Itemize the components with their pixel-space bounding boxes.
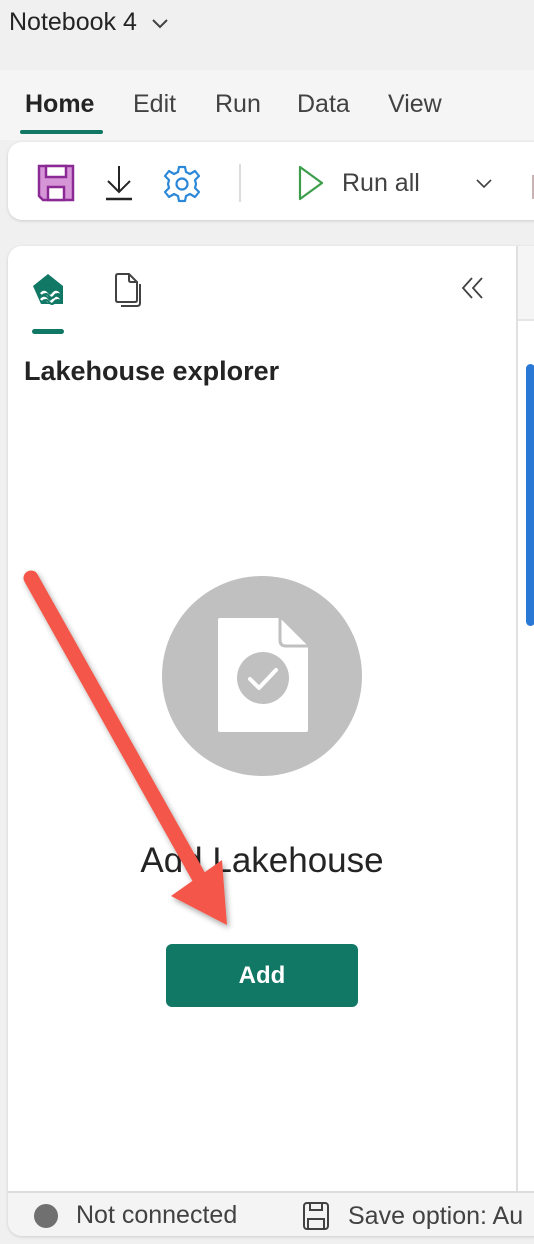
connection-status[interactable]: Not connected	[34, 1201, 237, 1230]
toolbar: Run all	[8, 142, 534, 220]
collapse-pane-icon[interactable]	[461, 276, 485, 305]
tab-home[interactable]: Home	[25, 90, 94, 119]
tab-edit[interactable]: Edit	[133, 90, 176, 119]
active-explorer-tab-indicator	[32, 329, 64, 334]
settings-icon[interactable]	[162, 164, 202, 209]
notebook-editor-pane	[518, 246, 534, 1191]
editor-scrollbar[interactable]	[526, 364, 534, 626]
connection-status-label: Not connected	[76, 1201, 238, 1229]
editor-header	[518, 246, 534, 321]
notebook-title-dropdown[interactable]: Notebook 4	[9, 8, 169, 37]
run-all-dropdown-chevron-icon[interactable]	[476, 176, 492, 194]
play-icon	[298, 165, 324, 201]
empty-state-heading: Add Lakehouse	[140, 841, 384, 880]
toolbar-divider	[239, 164, 241, 202]
run-all-button[interactable]: Run all	[298, 163, 420, 203]
add-lakehouse-button[interactable]: Add	[166, 944, 358, 1007]
save-option-label: Save option: Au	[348, 1201, 524, 1230]
save-option-status[interactable]: Save option: Au	[302, 1201, 523, 1231]
status-dot-icon	[34, 1203, 58, 1228]
status-bar: Not connected Save option: Au	[8, 1191, 534, 1236]
explorer-title: Lakehouse explorer	[24, 356, 280, 386]
empty-state-illustration	[162, 576, 362, 776]
resources-icon[interactable]	[113, 272, 145, 313]
tab-run[interactable]: Run	[215, 90, 261, 119]
run-all-label: Run all	[342, 168, 420, 197]
notebook-panel: Lakehouse explorer Add Lakehouse Add Not…	[8, 246, 534, 1236]
title-bar: Notebook 4	[0, 0, 534, 70]
tab-view[interactable]: View	[388, 90, 442, 119]
save-icon	[303, 1202, 329, 1230]
active-tab-indicator	[20, 130, 103, 134]
tab-data[interactable]: Data	[297, 90, 350, 119]
document-check-icon	[218, 618, 308, 732]
lakehouse-explorer-pane: Lakehouse explorer Add Lakehouse Add	[8, 246, 518, 1191]
download-icon[interactable]	[104, 164, 134, 207]
save-icon[interactable]	[37, 164, 75, 207]
chevron-down-icon	[152, 18, 168, 28]
lakehouse-icon[interactable]	[31, 272, 67, 313]
notebook-title: Notebook 4	[9, 8, 137, 36]
